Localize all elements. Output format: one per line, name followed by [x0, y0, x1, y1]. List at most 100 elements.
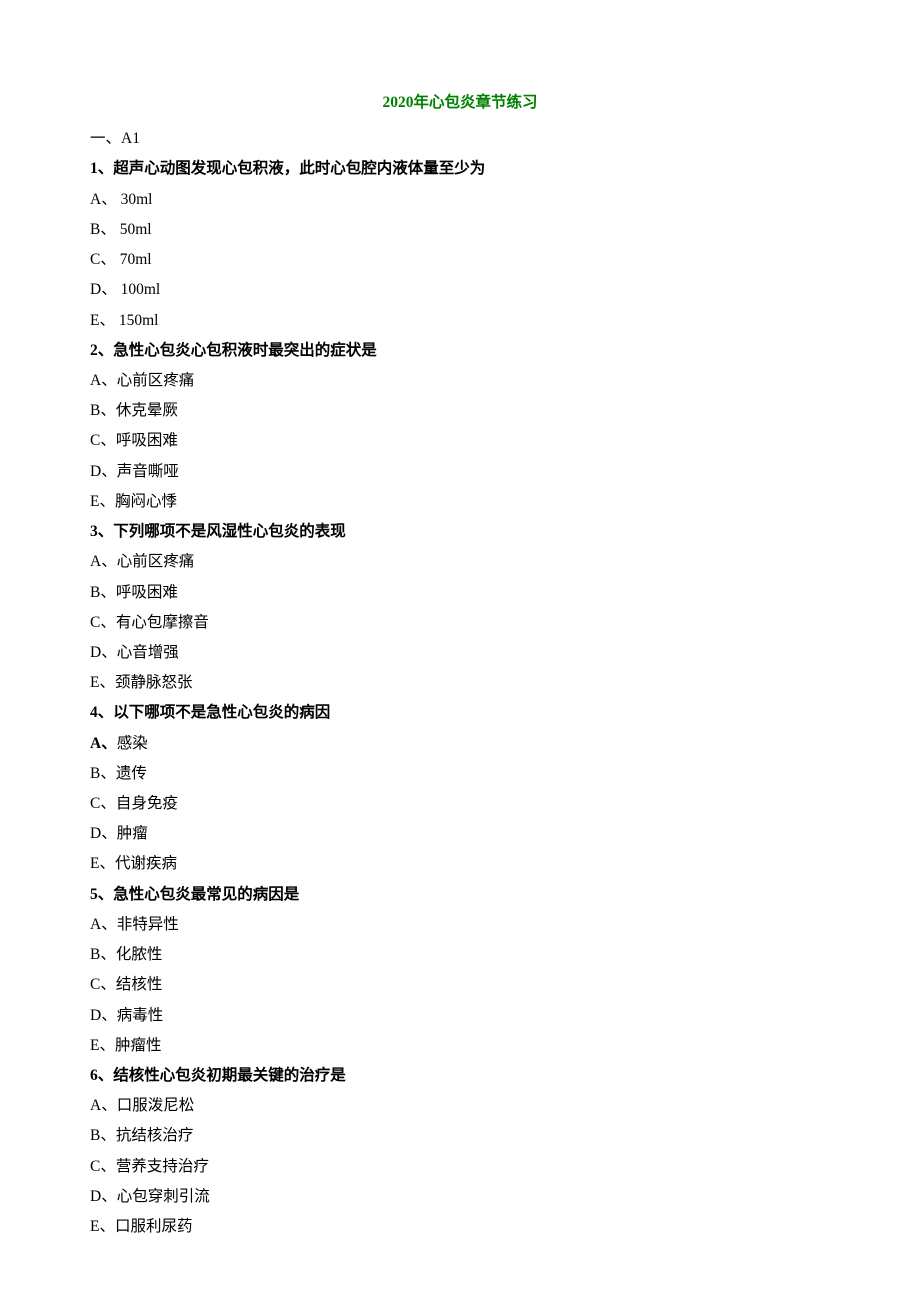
option-prefix: B、	[90, 584, 116, 601]
option-prefix: B、	[90, 402, 116, 419]
option-text: 遗传	[116, 765, 147, 782]
option-text: 胸闷心悸	[115, 493, 177, 510]
option-prefix: C、	[90, 976, 116, 993]
question-number: 5	[90, 886, 98, 903]
option-text: 营养支持治疗	[116, 1158, 209, 1175]
option-a: A、感染	[90, 729, 830, 759]
option-prefix: D、	[90, 463, 117, 480]
option-prefix: A、	[90, 191, 117, 208]
option-c: C、自身免疫	[90, 789, 830, 819]
option-text: 颈静脉怒张	[115, 674, 193, 691]
option-e: E、肿瘤性	[90, 1031, 830, 1061]
question-number: 6	[90, 1067, 98, 1084]
option-text: 自身免疫	[116, 795, 178, 812]
option-prefix: D、	[90, 825, 117, 842]
document-page: 2020年心包炎章节练习 一、A1 1、超声心动图发现心包积液，此时心包腔内液体…	[0, 0, 920, 1302]
option-text: 休克晕厥	[116, 402, 178, 419]
question-text: 、急性心包炎心包积液时最突出的症状是	[98, 342, 377, 359]
option-prefix: C、	[90, 251, 116, 268]
option-prefix: D、	[90, 1188, 117, 1205]
question-text: 、结核性心包炎初期最关键的治疗是	[98, 1067, 346, 1084]
option-d: D、肿瘤	[90, 819, 830, 849]
option-text: 30ml	[117, 191, 153, 208]
document-title: 2020年心包炎章节练习	[90, 88, 830, 118]
option-b: B、抗结核治疗	[90, 1121, 830, 1151]
option-c: C、有心包摩擦音	[90, 608, 830, 638]
option-prefix: B、	[90, 1127, 116, 1144]
question-number: 1	[90, 160, 98, 177]
option-text: 肿瘤	[117, 825, 148, 842]
option-text: 心音增强	[117, 644, 179, 661]
option-text: 化脓性	[116, 946, 163, 963]
option-b: B、化脓性	[90, 940, 830, 970]
option-a: A、心前区疼痛	[90, 547, 830, 577]
option-prefix: A、	[90, 372, 117, 389]
question-text: 、超声心动图发现心包积液，此时心包腔内液体量至少为	[98, 160, 486, 177]
option-b: B、休克晕厥	[90, 396, 830, 426]
question-stem: 4、以下哪项不是急性心包炎的病因	[90, 698, 830, 728]
option-text: 结核性	[116, 976, 163, 993]
option-text: 非特异性	[117, 916, 179, 933]
option-e: E、代谢疾病	[90, 849, 830, 879]
option-d: D、病毒性	[90, 1001, 830, 1031]
section-label: 一、A1	[90, 124, 830, 154]
option-text: 肿瘤性	[115, 1037, 162, 1054]
question-number: 3	[90, 523, 98, 540]
question-number: 2	[90, 342, 98, 359]
option-text: 呼吸困难	[116, 584, 178, 601]
option-prefix: C、	[90, 795, 116, 812]
option-prefix: C、	[90, 432, 116, 449]
option-prefix: D、	[90, 1007, 117, 1024]
option-e: E、胸闷心悸	[90, 487, 830, 517]
option-text: 口服泼尼松	[117, 1097, 195, 1114]
question-stem: 2、急性心包炎心包积液时最突出的症状是	[90, 336, 830, 366]
question-stem: 5、急性心包炎最常见的病因是	[90, 880, 830, 910]
question-stem: 6、结核性心包炎初期最关键的治疗是	[90, 1061, 830, 1091]
option-prefix: A、	[90, 735, 117, 752]
option-prefix: A、	[90, 553, 117, 570]
option-c: C、结核性	[90, 970, 830, 1000]
option-prefix: A、	[90, 1097, 117, 1114]
option-text: 病毒性	[117, 1007, 164, 1024]
question-text: 、下列哪项不是风湿性心包炎的表现	[98, 523, 346, 540]
option-c: C、营养支持治疗	[90, 1152, 830, 1182]
option-e: E、口服利尿药	[90, 1212, 830, 1242]
option-c: C、呼吸困难	[90, 426, 830, 456]
option-text: 呼吸困难	[116, 432, 178, 449]
option-d: D、心音增强	[90, 638, 830, 668]
option-prefix: A、	[90, 916, 117, 933]
question-stem: 3、下列哪项不是风湿性心包炎的表现	[90, 517, 830, 547]
option-prefix: E、	[90, 493, 115, 510]
option-text: 心前区疼痛	[117, 372, 195, 389]
option-prefix: B、	[90, 221, 116, 238]
option-text: 感染	[117, 735, 148, 752]
option-prefix: E、	[90, 1218, 115, 1235]
option-prefix: D、	[90, 281, 117, 298]
option-text: 代谢疾病	[115, 855, 177, 872]
option-b: B、呼吸困难	[90, 578, 830, 608]
option-e: E、 150ml	[90, 306, 830, 336]
question-number: 4	[90, 704, 98, 721]
option-b: B、遗传	[90, 759, 830, 789]
option-a: A、 30ml	[90, 185, 830, 215]
option-prefix: E、	[90, 855, 115, 872]
option-prefix: E、	[90, 1037, 115, 1054]
option-a: A、口服泼尼松	[90, 1091, 830, 1121]
option-prefix: B、	[90, 946, 116, 963]
option-text: 心包穿刺引流	[117, 1188, 210, 1205]
option-text: 心前区疼痛	[117, 553, 195, 570]
option-text: 100ml	[117, 281, 161, 298]
question-text: 、以下哪项不是急性心包炎的病因	[98, 704, 331, 721]
option-text: 抗结核治疗	[116, 1127, 194, 1144]
option-d: D、 100ml	[90, 275, 830, 305]
option-text: 口服利尿药	[115, 1218, 193, 1235]
option-d: D、心包穿刺引流	[90, 1182, 830, 1212]
option-d: D、声音嘶哑	[90, 457, 830, 487]
question-text: 、急性心包炎最常见的病因是	[98, 886, 300, 903]
question-stem: 1、超声心动图发现心包积液，此时心包腔内液体量至少为	[90, 154, 830, 184]
option-prefix: C、	[90, 1158, 116, 1175]
option-text: 声音嘶哑	[117, 463, 179, 480]
option-prefix: E、	[90, 312, 115, 329]
option-e: E、颈静脉怒张	[90, 668, 830, 698]
option-prefix: E、	[90, 674, 115, 691]
